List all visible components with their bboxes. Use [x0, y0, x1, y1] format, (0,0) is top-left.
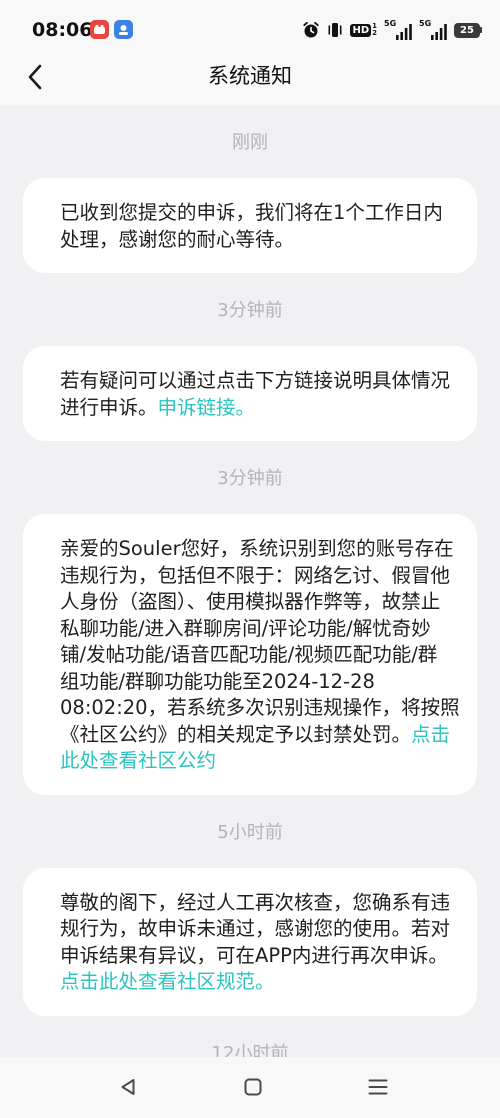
blue-app-icon	[114, 20, 133, 39]
message-line: 规行为，故申诉未通过，感谢您的使用。若对	[60, 916, 467, 943]
message-line: 08:02:20，若系统多次识别违规操作，将按照	[60, 695, 467, 722]
message-text: 申诉结果有异议，可在APP内进行再次申诉。	[60, 943, 448, 967]
notification-card: 已收到您提交的申诉，我们将在1个工作日内 处理，感谢您的耐心等待。	[23, 178, 477, 273]
message-text: 《社区公约》的相关规定予以封禁处罚。	[60, 722, 412, 746]
page-title: 系统通知	[208, 64, 292, 88]
message-text: 私聊功能/进入群聊房间/评论功能/解忧奇妙	[60, 616, 431, 640]
message-timestamp: 刚刚	[232, 132, 268, 153]
message-line: 组功能/群聊功能功能至2024-12-28	[60, 669, 467, 696]
message-line: 申诉结果有异议，可在APP内进行再次申诉。	[60, 943, 467, 970]
notification-item: 3分钟前 若有疑问可以通过点击下方链接说明具体情况 进行申诉。申诉链接。	[0, 273, 500, 441]
message-line: 处理，感谢您的耐心等待。	[60, 227, 467, 254]
message-text: 已收到您提交的申诉，我们将在1个工作日内	[60, 201, 443, 224]
message-line: 进行申诉。申诉链接。	[60, 395, 467, 422]
message-line: 亲爱的Souler您好，系统识别到您的账号存在	[60, 536, 467, 563]
signal-icon: 5G	[384, 19, 412, 40]
notification-card: 亲爱的Souler您好，系统识别到您的账号存在 违规行为，包括但不限于：网络乞讨…	[23, 514, 477, 795]
message-line: 点击此处查看社区规范。	[60, 969, 467, 996]
signal-icon: 5G	[419, 19, 447, 40]
message-line: 《社区公约》的相关规定予以封禁处罚。点击	[60, 722, 467, 749]
message-text: 人身份（盗图）、使用模拟器作弊等，故禁止	[60, 590, 441, 613]
message-timestamp: 5小时前	[217, 821, 283, 843]
hd-sim-bottom: 2	[372, 29, 377, 37]
appeal-link[interactable]: 申诉链接。	[158, 396, 256, 419]
message-timestamp: 3分钟前	[217, 468, 283, 489]
home-square-icon	[243, 1077, 263, 1097]
system-status-icons: HD 1 2 5G 5G 25	[302, 19, 482, 41]
message-text: 08:02:20，若系统多次识别违规操作，将按照	[60, 696, 460, 719]
message-text: 处理，感谢您的耐心等待。	[60, 227, 295, 251]
notification-item: 12小时前	[0, 1016, 500, 1058]
notification-list[interactable]: 刚刚 已收到您提交的申诉，我们将在1个工作日内 处理，感谢您的耐心等待。 3分钟…	[0, 105, 500, 1057]
community-rules-link[interactable]: 点击此处查看社区规范。	[60, 970, 275, 993]
back-button[interactable]	[20, 61, 50, 93]
back-triangle-icon	[118, 1077, 138, 1097]
nav-back-button[interactable]	[108, 1067, 148, 1107]
message-text: 进行申诉。	[60, 395, 158, 419]
battery-nub	[480, 27, 482, 33]
red-app-icon	[90, 20, 109, 39]
vibrate-icon	[327, 21, 343, 39]
notification-card: 尊敬的阁下，经过人工再次核查，您确系有违 规行为，故申诉未通过，感谢您的使用。若…	[23, 867, 477, 1016]
hd-voice-icon: HD 1 2	[350, 23, 377, 37]
top-bar: 08:06 HD 1 2 5G 5G 25 系统通知	[0, 0, 500, 105]
message-line: 人身份（盗图）、使用模拟器作弊等，故禁止	[60, 589, 467, 616]
message-line: 尊敬的阁下，经过人工再次核查，您确系有违	[60, 890, 467, 917]
notification-item: 3分钟前 亲爱的Souler您好，系统识别到您的账号存在 违规行为，包括但不限于…	[0, 441, 500, 795]
notification-item: 5小时前 尊敬的阁下，经过人工再次核查，您确系有违 规行为，故申诉未通过，感谢您…	[0, 795, 500, 1016]
battery-level: 25	[454, 22, 480, 38]
hd-sim-labels: 1 2	[372, 23, 377, 37]
nav-home-button[interactable]	[233, 1067, 273, 1107]
message-line: 已收到您提交的申诉，我们将在1个工作日内	[60, 200, 467, 227]
system-nav-bar	[0, 1057, 500, 1118]
hd-label: HD	[350, 23, 372, 37]
message-line: 此处查看社区公约	[60, 748, 467, 775]
message-timestamp: 12小时前	[211, 1042, 289, 1058]
notification-item: 刚刚 已收到您提交的申诉，我们将在1个工作日内 处理，感谢您的耐心等待。	[0, 105, 500, 273]
chevron-left-icon	[27, 64, 43, 90]
nav-recents-button[interactable]	[358, 1067, 398, 1107]
message-text: 铺/发帖功能/语音匹配功能/视频匹配功能/群	[60, 643, 438, 666]
recents-menu-icon	[368, 1077, 388, 1097]
alarm-icon	[302, 21, 320, 39]
battery-icon: 25	[454, 22, 482, 38]
message-timestamp: 3分钟前	[217, 300, 283, 321]
message-text: 若有疑问可以通过点击下方链接说明具体情况	[60, 369, 451, 392]
community-convention-link[interactable]: 点击	[411, 723, 450, 746]
message-text: 亲爱的Souler您好，系统识别到您的账号存在	[60, 537, 454, 560]
message-line: 若有疑问可以通过点击下方链接说明具体情况	[60, 368, 467, 395]
message-text: 尊敬的阁下，经过人工再次核查，您确系有违	[60, 890, 451, 914]
message-line: 铺/发帖功能/语音匹配功能/视频匹配功能/群	[60, 642, 467, 669]
community-convention-link[interactable]: 此处查看社区公约	[60, 749, 216, 772]
sim2-network-label: 5G	[419, 19, 432, 28]
message-line: 私聊功能/进入群聊房间/评论功能/解忧奇妙	[60, 616, 467, 643]
message-text: 违规行为，包括但不限于：网络乞讨、假冒他	[60, 563, 451, 587]
message-line: 违规行为，包括但不限于：网络乞讨、假冒他	[60, 563, 467, 590]
sim1-network-label: 5G	[384, 19, 397, 28]
status-time: 08:06	[32, 19, 93, 41]
notification-card: 若有疑问可以通过点击下方链接说明具体情况 进行申诉。申诉链接。	[23, 346, 477, 441]
message-text: 规行为，故申诉未通过，感谢您的使用。若对	[60, 917, 451, 940]
message-text: 组功能/群聊功能功能至2024-12-28	[60, 669, 375, 693]
